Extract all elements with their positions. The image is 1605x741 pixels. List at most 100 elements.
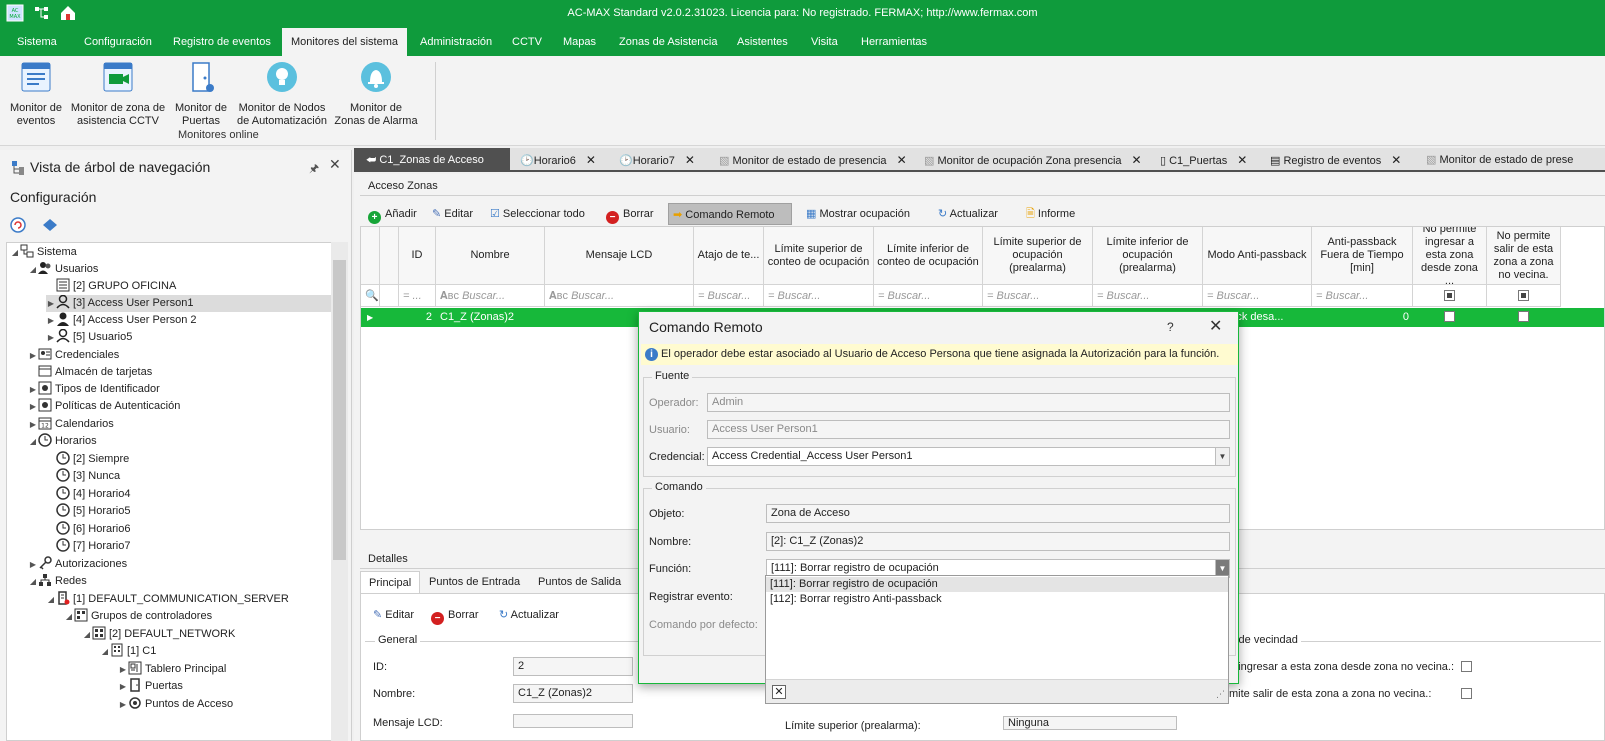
alarm-zone-monitor-button[interactable]: Monitor de Zonas de Alarma	[334, 60, 418, 128]
tree-node-communication-server[interactable]: ◢ [1] DEFAULT_COMMUNICATION_SERVER	[46, 591, 289, 608]
scrollbar-thumb[interactable]	[333, 260, 346, 560]
collapsed-icon[interactable]: ▶	[28, 556, 38, 573]
door-monitor-button[interactable]: Monitor de Puertas	[170, 60, 232, 128]
tree-node-autorizaciones[interactable]: ▶ Autorizaciones	[28, 556, 127, 573]
tree-node-puertas[interactable]: ▶ Puertas	[118, 678, 183, 695]
collapsed-icon[interactable]: ▶	[28, 398, 38, 415]
column-header-limite-inferior-conteo[interactable]: Límite inferior de conteo de ocupación	[874, 227, 983, 285]
report-button[interactable]: 🗎 Informe	[1026, 203, 1075, 225]
tree-node-tipos-identificador[interactable]: ▶ Tipos de Identificador	[28, 381, 160, 398]
expanded-icon[interactable]: ◢	[46, 591, 56, 608]
tree-node-usuarios[interactable]: ◢ Usuarios	[28, 261, 98, 278]
collapsed-icon[interactable]: ▶	[28, 416, 38, 433]
close-tab-icon[interactable]: ✕	[1391, 153, 1401, 167]
tree-scrollbar[interactable]	[331, 242, 348, 741]
tree-node-horario5[interactable]: [5] Horario5	[56, 503, 130, 520]
tab-puntos-salida[interactable]: Puntos de Salida	[530, 571, 629, 593]
close-tab-icon[interactable]: ✕	[1237, 153, 1247, 167]
tree-node-access-user-person1[interactable]: ▶ [3] Access User Person1	[46, 295, 332, 312]
close-dialog-button[interactable]: ✕	[1209, 316, 1222, 336]
vecindad-salir-checkbox[interactable]	[1461, 688, 1472, 699]
details-edit-button[interactable]: ✎ Editar	[373, 604, 414, 626]
tab-puntos-entrada[interactable]: Puntos de Entrada	[421, 571, 528, 593]
clear-selection-button[interactable]: ✕	[772, 685, 786, 699]
filter-no-permite-ingresar[interactable]	[1413, 285, 1487, 307]
refresh-icon[interactable]	[10, 217, 26, 233]
object-field[interactable]: Zona de Acceso	[766, 504, 1230, 523]
tab-cctv[interactable]: CCTV	[510, 28, 544, 56]
tab-mapas[interactable]: Mapas	[561, 28, 598, 56]
filter-modo-anti-passback[interactable]: = Buscar...	[1203, 285, 1312, 307]
event-monitor-button[interactable]: Monitor de eventos	[6, 60, 66, 128]
add-button[interactable]: + Añadir	[368, 203, 417, 225]
expanded-icon[interactable]: ◢	[100, 643, 110, 660]
tree-node-horarios[interactable]: ◢ Horarios	[28, 433, 97, 450]
row-checkbox-salir[interactable]	[1518, 311, 1529, 322]
filter-checkbox[interactable]	[1444, 290, 1455, 301]
tree-node-grupo-oficina[interactable]: [2] GRUPO OFICINA	[46, 278, 176, 295]
credential-select[interactable]: Access Credential_Access User Person1 ▼	[707, 447, 1230, 466]
tree-node-c1[interactable]: ◢ [1] C1	[100, 643, 156, 660]
help-button[interactable]: ?	[1167, 320, 1174, 334]
tree-node-puntos-acceso[interactable]: ▶ Puntos de Acceso	[118, 696, 233, 713]
automation-node-monitor-button[interactable]: Monitor de Nodos de Automatización	[236, 60, 328, 128]
pin-icon[interactable]: 🖈	[309, 160, 319, 179]
filter-limite-superior-prealarma[interactable]: = Buscar...	[983, 285, 1093, 307]
upper-prealarm-field[interactable]: Ninguna	[1003, 716, 1177, 730]
tab-asistentes[interactable]: Asistentes	[735, 28, 790, 56]
filter-anti-passback-tiempo[interactable]: = Buscar...	[1312, 285, 1413, 307]
column-header-anti-passback-tiempo[interactable]: Anti-passback Fuera de Tiempo [min]	[1312, 227, 1413, 285]
doc-tab-monitor-presencia-2[interactable]: ▧ Monitor de estado de prese	[1426, 148, 1573, 172]
cctv-zone-monitor-button[interactable]: Monitor de zona de asistencia CCTV	[70, 60, 166, 128]
collapsed-icon[interactable]: ▶	[118, 678, 128, 695]
tab-visita[interactable]: Visita	[809, 28, 840, 56]
filter-limite-inferior-prealarma[interactable]: = Buscar...	[1093, 285, 1203, 307]
column-header-no-permite-ingresar[interactable]: No permite ingresar a esta zona desde zo…	[1413, 227, 1487, 287]
tab-sistema[interactable]: Sistema	[15, 28, 59, 56]
doc-tab-monitor-presencia[interactable]: ▧ Monitor de estado de presencia ✕	[719, 148, 907, 172]
tree-node-horario6[interactable]: [6] Horario6	[56, 521, 130, 538]
filter-atajo[interactable]: = Buscar...	[694, 285, 764, 307]
filter-no-permite-salir[interactable]	[1487, 285, 1561, 307]
collapse-all-icon[interactable]	[42, 218, 58, 232]
filter-nombre[interactable]: 𝐀ʙc Buscar...	[436, 285, 545, 307]
row-checkbox-ingresar[interactable]	[1444, 311, 1455, 322]
close-tab-icon[interactable]: ✕	[1132, 153, 1142, 167]
collapsed-icon[interactable]: ▶	[28, 347, 38, 364]
tree-node-sistema[interactable]: ◢ Sistema	[10, 244, 77, 261]
collapsed-icon[interactable]: ▶	[118, 661, 128, 678]
collapsed-icon[interactable]: ▶	[118, 696, 128, 713]
name-field[interactable]: C1_Z (Zonas)2	[513, 684, 633, 703]
tab-monitores-sistema[interactable]: Monitores del sistema	[282, 28, 407, 56]
tab-principal[interactable]: Principal	[360, 571, 421, 593]
collapsed-icon[interactable]: ▶	[28, 381, 38, 398]
details-delete-button[interactable]: − Borrar	[431, 604, 479, 626]
collapsed-icon[interactable]: ▶	[46, 312, 56, 329]
tree-node-horario7[interactable]: [7] Horario7	[56, 538, 130, 555]
vecindad-ingresar-checkbox[interactable]	[1461, 661, 1472, 672]
collapsed-icon[interactable]: ▶	[46, 329, 56, 346]
option-borrar-anti-passback[interactable]: [112]: Borrar registro Anti-passback	[766, 592, 1228, 607]
doc-tab-zonas-acceso[interactable]: ⮨ C1_Zonas de Acceso	[354, 148, 510, 172]
filter-limite-superior-conteo[interactable]: = Buscar...	[764, 285, 874, 307]
remote-command-button[interactable]: ➡ Comando Remoto	[668, 203, 792, 225]
doc-tab-monitor-ocupacion[interactable]: ▧ Monitor de ocupación Zona presencia ✕	[924, 148, 1142, 172]
tree-node-redes[interactable]: ◢ Redes	[28, 573, 87, 590]
tab-registro-eventos[interactable]: Registro de eventos	[171, 28, 273, 56]
tree-node-usuario5[interactable]: ▶ [5] Usuario5	[46, 329, 132, 346]
option-borrar-ocupacion[interactable]: [111]: Borrar registro de ocupación	[766, 577, 1228, 592]
expanded-icon[interactable]: ◢	[64, 608, 74, 625]
tab-zonas-asistencia[interactable]: Zonas de Asistencia	[617, 28, 719, 56]
expanded-icon[interactable]: ◢	[10, 244, 20, 261]
tree-node-tablero-principal[interactable]: ▶ Tablero Principal	[118, 661, 226, 678]
close-nav-panel-button[interactable]: ✕	[329, 156, 341, 173]
doc-tab-horario6[interactable]: 🕑Horario6 ✕	[520, 148, 596, 172]
column-header-no-permite-salir[interactable]: No permite salir de esta zona a zona no …	[1487, 227, 1561, 285]
close-tab-icon[interactable]: ✕	[685, 153, 695, 167]
tab-configuracion[interactable]: Configuración	[82, 28, 154, 56]
resize-grip-icon[interactable]: ⋰	[1216, 689, 1225, 700]
column-header-atajo[interactable]: Atajo de te...	[694, 227, 764, 285]
tab-herramientas[interactable]: Herramientas	[859, 28, 929, 56]
filter-mensaje-lcd[interactable]: 𝐀ʙc Buscar...	[545, 285, 694, 307]
expanded-icon[interactable]: ◢	[28, 573, 38, 590]
